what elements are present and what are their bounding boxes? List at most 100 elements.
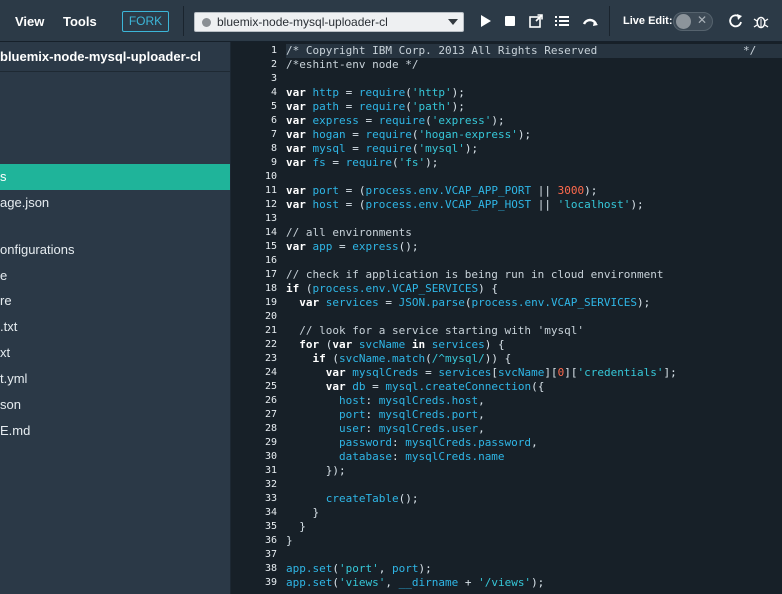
file-item[interactable]: xt (0, 340, 230, 366)
line-number: 27 (264, 409, 277, 420)
code-token: __dirname (398, 576, 459, 589)
line-number: 6 (270, 115, 277, 126)
toolbar-divider (609, 6, 610, 36)
code-token: var (286, 184, 306, 197)
code-token: http (312, 86, 340, 99)
code-token: 'credentials' (577, 366, 664, 379)
code-token: require (358, 86, 406, 99)
code-token: ); (491, 114, 505, 127)
code-token: ) { (484, 338, 505, 351)
code-token: /* Copyright IBM Corp. 2013 All Rights R… (286, 44, 757, 57)
line-number: 5 (270, 101, 277, 112)
bug-icon[interactable] (753, 13, 769, 29)
line-number: 17 (264, 269, 277, 280)
file-item[interactable]: onfigurations (0, 237, 230, 263)
code-token: svcName (497, 366, 545, 379)
line-number: 4 (270, 87, 277, 98)
sidebar-divider (0, 71, 230, 72)
project-name: bluemix-node-mysql-uploader-cl (217, 15, 388, 29)
code-token: password (338, 436, 392, 449)
code-token: (); (398, 240, 419, 253)
code-token: = (325, 156, 346, 169)
code-token: 'fs' (398, 156, 426, 169)
line-number: 13 (264, 213, 277, 224)
code-token: express (352, 240, 399, 253)
menu-tools[interactable]: Tools (63, 14, 97, 29)
code-token: require (365, 142, 412, 155)
code-token: , (531, 436, 538, 449)
code-token: services (438, 366, 492, 379)
file-item[interactable]: E.md (0, 418, 230, 444)
code-token: = ( (339, 184, 366, 197)
external-link-icon[interactable] (528, 13, 544, 29)
code-token: require (358, 100, 406, 113)
code-token: JSON.parse (398, 296, 465, 309)
line-number: 2 (270, 59, 277, 70)
code-token: app.set (286, 576, 333, 589)
code-token: ); (425, 156, 439, 169)
deploy-icon[interactable] (582, 13, 598, 29)
line-number: 38 (264, 563, 277, 574)
code-token: process.env.VCAP_APP_PORT (365, 184, 532, 197)
code-token: = ( (339, 198, 366, 211)
code-token: 'localhost' (557, 198, 631, 211)
file-item[interactable]: son (0, 392, 230, 418)
file-sidebar: bluemix-node-mysql-uploader-cl s age.jso… (0, 42, 230, 594)
file-item[interactable]: e (0, 263, 230, 289)
line-number: 9 (270, 157, 277, 168)
code-token: = (332, 240, 353, 253)
code-line: // all environments (286, 226, 782, 240)
code-token: ( (425, 352, 432, 365)
code-token: database (338, 450, 392, 463)
line-number: 21 (264, 325, 277, 336)
line-number: 15 (264, 241, 277, 252)
file-item[interactable]: .txt (0, 314, 230, 340)
code-token: || (531, 184, 558, 197)
code-line: var port = (process.env.VCAP_APP_PORT ||… (286, 184, 782, 198)
code-token: , (478, 408, 485, 421)
code-token: mysqlCreds.host (378, 394, 479, 407)
line-number: 24 (264, 367, 277, 378)
code-token: path (312, 100, 340, 113)
code-line: } (286, 534, 782, 548)
file-item[interactable]: t.yml (0, 366, 230, 392)
menu-view[interactable]: View (15, 14, 44, 29)
list-icon[interactable] (554, 13, 570, 29)
code-token: var (286, 198, 306, 211)
code-line: port: mysqlCreds.port, (286, 408, 782, 422)
code-editor[interactable]: 1 2 3 4 5 6 7 8 9 10 11 12 13 14 15 16 17 18 19 20 21 22 23 24 2… (231, 42, 782, 594)
code-line: if (process.env.VCAP_SERVICES) { (286, 282, 782, 296)
code-token: ); (630, 198, 644, 211)
play-icon[interactable] (477, 13, 493, 29)
code-token: : (365, 422, 379, 435)
code-line: var mysqlCreds = services[svcName][0]['c… (286, 366, 782, 380)
file-item[interactable]: age.json (0, 190, 230, 216)
project-selector[interactable]: bluemix-node-mysql-uploader-cl (194, 12, 464, 32)
line-number: 22 (264, 339, 277, 350)
line-number: 23 (264, 353, 277, 364)
file-item[interactable]: s (0, 164, 230, 190)
code-token: mysql.createConnection (385, 380, 532, 393)
refresh-icon[interactable] (728, 13, 744, 29)
code-token: , (478, 422, 485, 435)
code-line: // look for a service starting with 'mys… (286, 324, 782, 338)
code-line: createTable(); (286, 492, 782, 506)
toggle-knob (676, 14, 691, 29)
code-token: mysqlCreds.name (405, 450, 505, 463)
file-item[interactable]: re (0, 288, 230, 314)
stop-icon[interactable] (502, 13, 518, 29)
code-line: database: mysqlCreds.name (286, 450, 782, 464)
code-token: var (325, 380, 346, 393)
live-edit-toggle[interactable]: ✕ (673, 12, 713, 31)
fork-button[interactable]: FORK (122, 11, 169, 32)
